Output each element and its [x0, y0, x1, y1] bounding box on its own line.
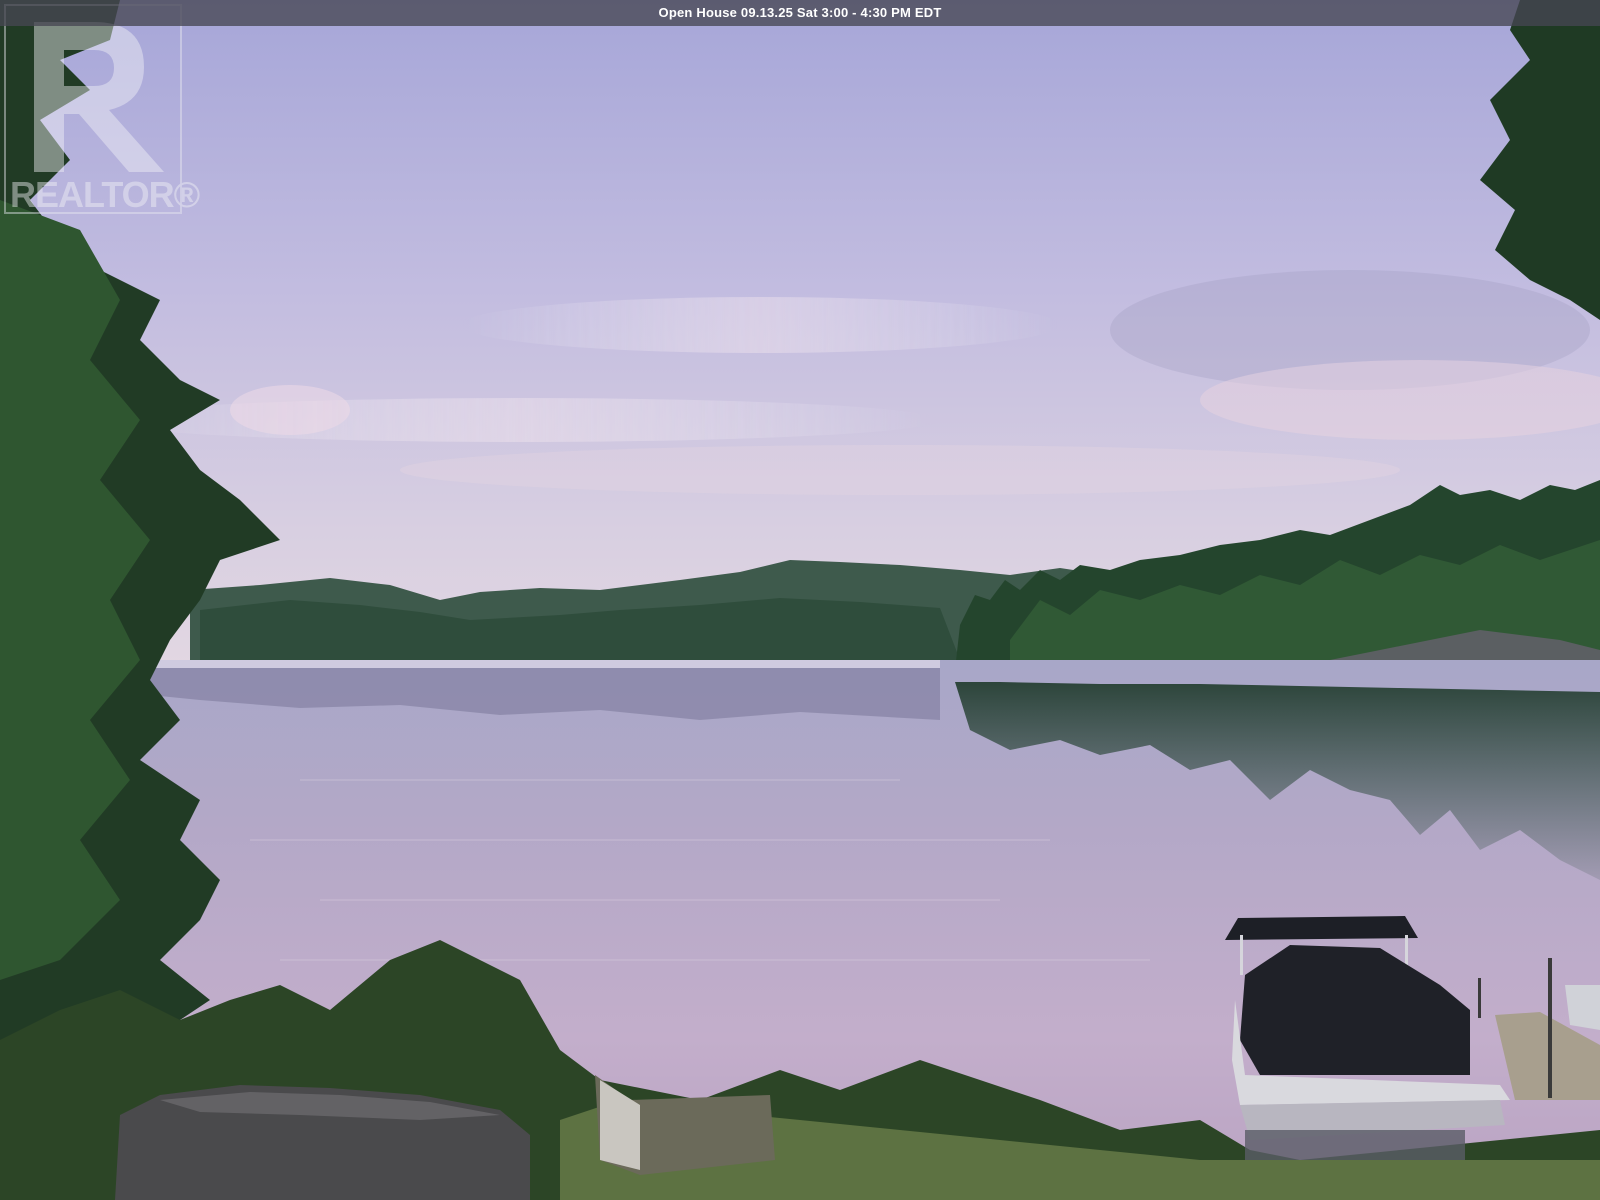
far-shore-line: [150, 660, 940, 668]
lake-scene-illustration: [0, 0, 1600, 1200]
open-house-banner: Open House 09.13.25 Sat 3:00 - 4:30 PM E…: [0, 0, 1600, 26]
lake-photo: REALTOR® Open House 09.13.25 Sat 3:00 - …: [0, 0, 1600, 1200]
realtor-wordmark: REALTOR®: [10, 174, 200, 215]
realtor-r-logo-icon: [34, 22, 164, 172]
realtor-watermark: REALTOR®: [4, 4, 200, 220]
